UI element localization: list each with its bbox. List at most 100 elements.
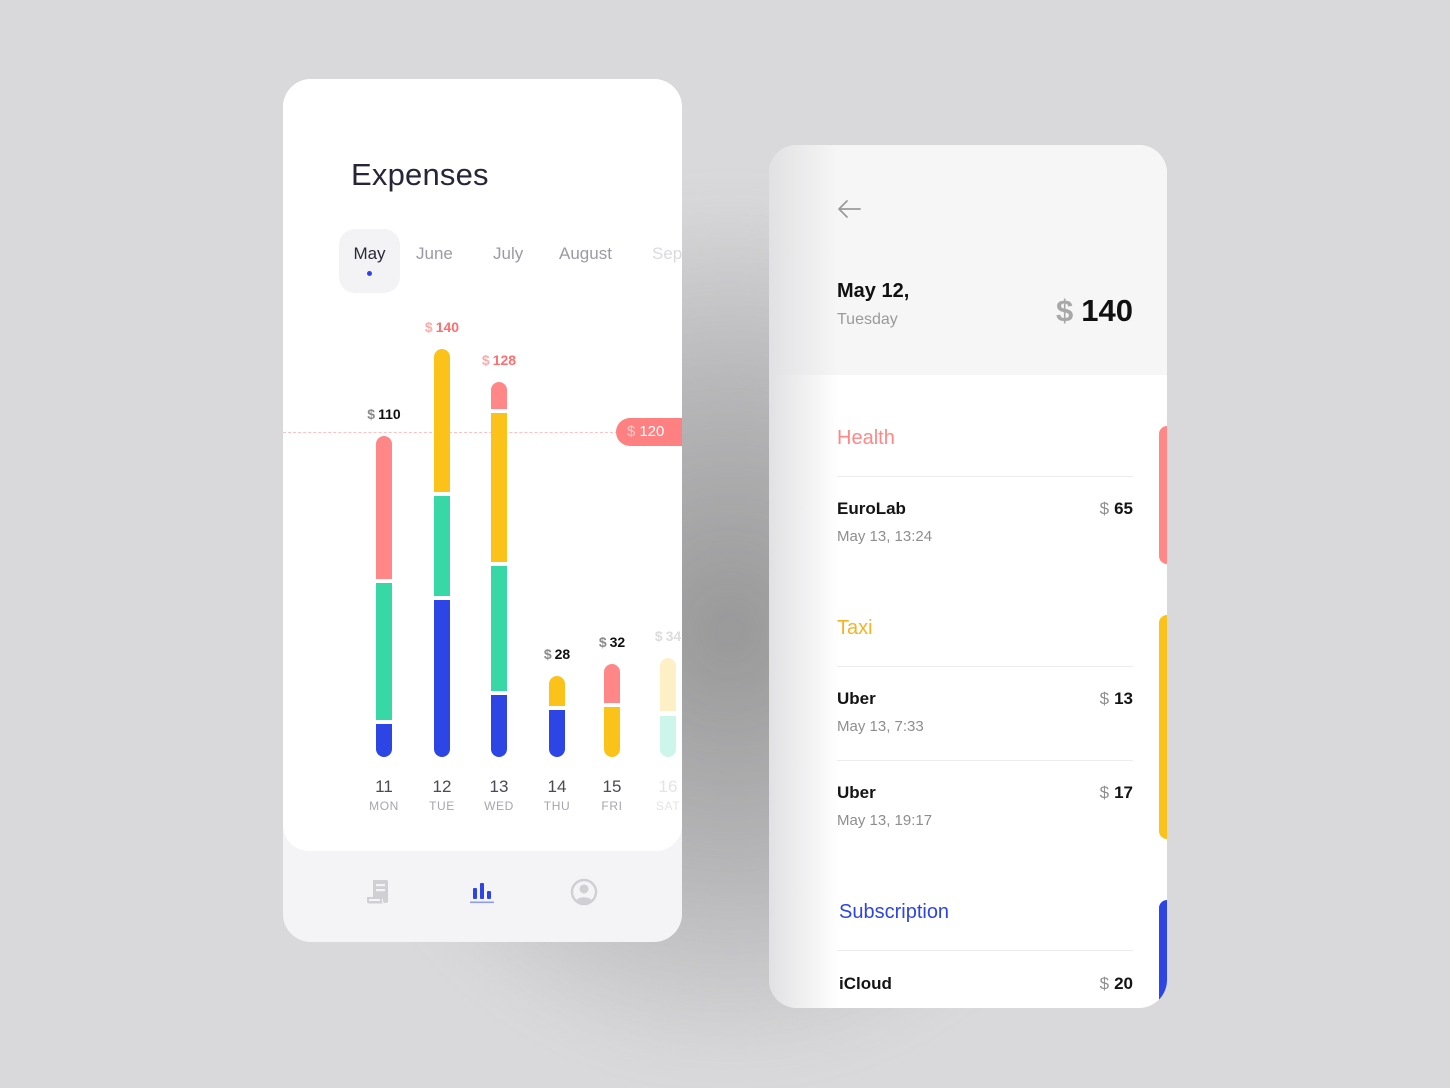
bar-value-label: $34 xyxy=(655,628,681,644)
divider xyxy=(837,476,1133,477)
bar-value-label: $32 xyxy=(599,634,625,650)
health-category-strip xyxy=(1159,426,1167,564)
detail-header: May 12, Tuesday $140 xyxy=(769,145,1167,375)
bar-segment-health[interactable] xyxy=(491,381,507,409)
bar-segment-health[interactable] xyxy=(376,436,392,579)
bar-segment-taxi[interactable] xyxy=(549,675,565,706)
bar-segment-taxi[interactable] xyxy=(434,349,450,492)
nav-profile[interactable] xyxy=(569,877,605,913)
bar-segment-health[interactable] xyxy=(604,664,620,703)
x-axis-label[interactable]: 16 SAT xyxy=(656,777,680,813)
detail-weekday: Tuesday xyxy=(837,311,898,328)
bar-segment-taxi[interactable] xyxy=(491,412,507,562)
x-axis-label[interactable]: 15 FRI xyxy=(601,777,622,813)
weekday: TUE xyxy=(429,799,455,813)
value: 140 xyxy=(435,319,460,335)
limit-value: 120 xyxy=(639,423,665,440)
currency: $ xyxy=(1099,974,1110,993)
expense-amount: $17 xyxy=(1100,783,1133,803)
x-axis-label[interactable]: 11 MON xyxy=(369,777,399,813)
limit-badge: $120 xyxy=(616,418,682,446)
expense-name: iCloud xyxy=(839,974,892,993)
taxi-category-strip xyxy=(1159,615,1167,839)
profile-icon xyxy=(570,878,598,906)
amount: 17 xyxy=(1114,783,1133,802)
bar-segment-green-category[interactable] xyxy=(376,583,392,721)
currency: $ xyxy=(424,319,433,335)
bar-value-label: $140 xyxy=(425,319,459,335)
bar-segment-green-category[interactable] xyxy=(434,496,450,596)
total-value: 140 xyxy=(1081,293,1133,328)
expense-time: May 13, 19:17 xyxy=(837,812,933,829)
detail-date: May 12, xyxy=(837,280,910,302)
weekday: MON xyxy=(369,799,399,813)
divider xyxy=(837,666,1133,667)
currency: $ xyxy=(481,351,490,368)
expenses-main-panel: Expenses May June July August Sep $120 $… xyxy=(283,79,682,851)
day-number: 16 xyxy=(658,777,678,796)
value: 110 xyxy=(378,406,401,422)
expense-amount: $13 xyxy=(1100,689,1133,709)
bar-value-label: $128 xyxy=(482,352,516,368)
divider xyxy=(837,760,1133,761)
bar-segment-subscription[interactable] xyxy=(549,709,565,757)
x-axis-label[interactable]: 14 THU xyxy=(544,777,570,813)
bar-segment-subscription[interactable] xyxy=(434,599,450,757)
receipt-icon xyxy=(367,880,388,904)
currency: $ xyxy=(543,645,552,662)
detail-total: $140 xyxy=(1056,293,1133,329)
expense-name: Uber xyxy=(837,783,876,802)
bar-value-label: $110 xyxy=(367,406,400,422)
bar-segment-green-category[interactable] xyxy=(491,565,507,692)
value: 28 xyxy=(554,645,571,662)
bottom-nav xyxy=(283,851,682,942)
value: 128 xyxy=(492,351,517,368)
bar-value-label: $28 xyxy=(544,646,570,662)
expenses-screen: Expenses May June July August Sep $120 $… xyxy=(283,79,682,942)
x-axis-label[interactable]: 13 WED xyxy=(484,777,514,813)
category-title-subscription: Subscription xyxy=(839,901,950,923)
weekday: THU xyxy=(543,799,571,813)
bar-segment-subscription[interactable] xyxy=(376,724,392,757)
expense-name: Uber xyxy=(837,689,876,708)
value: 32 xyxy=(609,634,626,651)
weekday: WED xyxy=(484,799,514,813)
currency: $ xyxy=(1099,689,1110,708)
amount: 65 xyxy=(1114,499,1133,518)
chart-icon xyxy=(470,883,494,904)
category-title-taxi: Taxi xyxy=(837,617,873,639)
subscription-category-strip xyxy=(1159,900,1167,1008)
limit-currency: $ xyxy=(627,423,636,440)
expense-amount: $20 xyxy=(1100,974,1133,994)
day-number: 12 xyxy=(432,777,452,796)
day-number: 14 xyxy=(547,777,567,796)
nav-receipts[interactable] xyxy=(363,877,399,913)
expense-time: May 13, 7:33 xyxy=(837,718,924,735)
bar-segment-green-category[interactable] xyxy=(660,715,676,757)
arrow-left-icon xyxy=(838,200,861,218)
day-detail-screen: May 12, Tuesday $140 Health EuroLab May … xyxy=(769,145,1167,1008)
back-button[interactable] xyxy=(835,197,863,221)
day-number: 15 xyxy=(602,777,622,796)
category-title-health: Health xyxy=(837,427,895,449)
currency: $ xyxy=(598,634,607,651)
amount: 20 xyxy=(1114,974,1133,993)
limit-reference-line xyxy=(283,432,623,433)
day-number: 11 xyxy=(375,777,393,796)
currency: $ xyxy=(1099,783,1110,802)
x-axis-label[interactable]: 12 TUE xyxy=(429,777,455,813)
currency: $ xyxy=(367,406,376,422)
amount: 13 xyxy=(1114,689,1133,708)
currency: $ xyxy=(654,628,663,645)
bar-segment-taxi[interactable] xyxy=(660,658,676,712)
weekday: SAT xyxy=(655,799,681,813)
total-currency: $ xyxy=(1056,293,1074,328)
expense-time: May 13, 13:24 xyxy=(837,528,933,545)
bar-segment-subscription[interactable] xyxy=(491,695,507,757)
currency: $ xyxy=(1099,499,1110,518)
expenses-bar-chart: $120 $110 11 MON $140 12 TUE $128 13 WED $28 14 THU… xyxy=(283,79,682,851)
weekday: FRI xyxy=(601,799,623,813)
bar-segment-taxi[interactable] xyxy=(604,706,620,757)
divider xyxy=(837,950,1133,951)
nav-chart[interactable] xyxy=(467,877,503,913)
